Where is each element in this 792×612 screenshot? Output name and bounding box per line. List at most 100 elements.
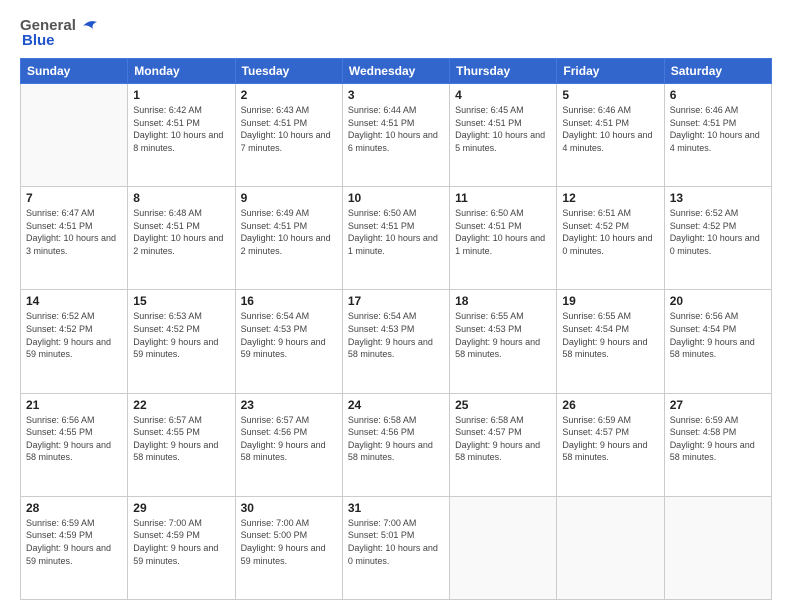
calendar-cell: 10 Sunrise: 6:50 AM Sunset: 4:51 PM Dayl… [342,187,449,290]
sunrise-text: Sunrise: 7:00 AM [241,517,337,530]
day-number: 14 [26,294,122,308]
day-info: Sunrise: 6:44 AM Sunset: 4:51 PM Dayligh… [348,104,444,154]
day-number: 12 [562,191,658,205]
day-info: Sunrise: 6:59 AM Sunset: 4:58 PM Dayligh… [670,414,766,464]
day-info: Sunrise: 6:48 AM Sunset: 4:51 PM Dayligh… [133,207,229,257]
sunrise-text: Sunrise: 6:55 AM [455,310,551,323]
sunrise-text: Sunrise: 6:59 AM [562,414,658,427]
col-tuesday: Tuesday [235,59,342,84]
day-number: 3 [348,88,444,102]
sunrise-text: Sunrise: 6:45 AM [455,104,551,117]
daylight-text: Daylight: 10 hours and 7 minutes. [241,129,337,154]
day-info: Sunrise: 6:53 AM Sunset: 4:52 PM Dayligh… [133,310,229,360]
sunset-text: Sunset: 4:53 PM [348,323,444,336]
day-number: 22 [133,398,229,412]
day-number: 18 [455,294,551,308]
sunset-text: Sunset: 4:55 PM [26,426,122,439]
daylight-text: Daylight: 10 hours and 1 minute. [455,232,551,257]
sunset-text: Sunset: 4:53 PM [241,323,337,336]
day-number: 31 [348,501,444,515]
daylight-text: Daylight: 9 hours and 59 minutes. [133,336,229,361]
day-number: 6 [670,88,766,102]
daylight-text: Daylight: 9 hours and 58 minutes. [562,336,658,361]
calendar-cell: 14 Sunrise: 6:52 AM Sunset: 4:52 PM Dayl… [21,290,128,393]
sunrise-text: Sunrise: 6:59 AM [670,414,766,427]
day-number: 2 [241,88,337,102]
day-info: Sunrise: 6:59 AM Sunset: 4:57 PM Dayligh… [562,414,658,464]
sunrise-text: Sunrise: 6:57 AM [241,414,337,427]
sunrise-text: Sunrise: 6:56 AM [26,414,122,427]
logo-blue: Blue [22,33,55,48]
col-saturday: Saturday [664,59,771,84]
calendar-week-row: 14 Sunrise: 6:52 AM Sunset: 4:52 PM Dayl… [21,290,772,393]
logo-general: General [20,18,76,33]
day-info: Sunrise: 6:49 AM Sunset: 4:51 PM Dayligh… [241,207,337,257]
calendar-cell: 25 Sunrise: 6:58 AM Sunset: 4:57 PM Dayl… [450,393,557,496]
daylight-text: Daylight: 9 hours and 58 minutes. [348,439,444,464]
sunset-text: Sunset: 4:51 PM [241,220,337,233]
calendar-cell [450,496,557,599]
sunset-text: Sunset: 4:52 PM [562,220,658,233]
day-number: 19 [562,294,658,308]
daylight-text: Daylight: 9 hours and 59 minutes. [241,336,337,361]
sunrise-text: Sunrise: 6:46 AM [670,104,766,117]
sunrise-text: Sunrise: 6:59 AM [26,517,122,530]
day-info: Sunrise: 7:00 AM Sunset: 5:01 PM Dayligh… [348,517,444,567]
day-number: 16 [241,294,337,308]
day-number: 15 [133,294,229,308]
sunset-text: Sunset: 4:51 PM [133,117,229,130]
calendar-cell: 24 Sunrise: 6:58 AM Sunset: 4:56 PM Dayl… [342,393,449,496]
sunset-text: Sunset: 4:54 PM [562,323,658,336]
day-number: 30 [241,501,337,515]
sunset-text: Sunset: 4:52 PM [26,323,122,336]
sunrise-text: Sunrise: 6:58 AM [348,414,444,427]
sunrise-text: Sunrise: 6:48 AM [133,207,229,220]
day-info: Sunrise: 6:50 AM Sunset: 4:51 PM Dayligh… [455,207,551,257]
sunset-text: Sunset: 4:51 PM [670,117,766,130]
calendar-cell [664,496,771,599]
sunrise-text: Sunrise: 6:55 AM [562,310,658,323]
daylight-text: Daylight: 9 hours and 59 minutes. [26,336,122,361]
day-number: 9 [241,191,337,205]
daylight-text: Daylight: 10 hours and 6 minutes. [348,129,444,154]
day-number: 27 [670,398,766,412]
calendar-cell: 3 Sunrise: 6:44 AM Sunset: 4:51 PM Dayli… [342,84,449,187]
day-info: Sunrise: 6:52 AM Sunset: 4:52 PM Dayligh… [26,310,122,360]
sunrise-text: Sunrise: 6:54 AM [241,310,337,323]
calendar-cell: 5 Sunrise: 6:46 AM Sunset: 4:51 PM Dayli… [557,84,664,187]
col-monday: Monday [128,59,235,84]
sunset-text: Sunset: 4:59 PM [133,529,229,542]
sunset-text: Sunset: 4:51 PM [348,117,444,130]
sunset-text: Sunset: 4:57 PM [455,426,551,439]
sunrise-text: Sunrise: 7:00 AM [133,517,229,530]
day-number: 20 [670,294,766,308]
day-info: Sunrise: 6:43 AM Sunset: 4:51 PM Dayligh… [241,104,337,154]
sunrise-text: Sunrise: 6:43 AM [241,104,337,117]
day-info: Sunrise: 7:00 AM Sunset: 5:00 PM Dayligh… [241,517,337,567]
sunrise-text: Sunrise: 6:53 AM [133,310,229,323]
sunset-text: Sunset: 4:51 PM [26,220,122,233]
sunrise-text: Sunrise: 6:42 AM [133,104,229,117]
daylight-text: Daylight: 10 hours and 4 minutes. [562,129,658,154]
sunrise-text: Sunrise: 6:47 AM [26,207,122,220]
day-info: Sunrise: 6:54 AM Sunset: 4:53 PM Dayligh… [348,310,444,360]
sunset-text: Sunset: 4:51 PM [133,220,229,233]
sunset-text: Sunset: 4:56 PM [241,426,337,439]
calendar-cell: 2 Sunrise: 6:43 AM Sunset: 4:51 PM Dayli… [235,84,342,187]
day-info: Sunrise: 6:47 AM Sunset: 4:51 PM Dayligh… [26,207,122,257]
daylight-text: Daylight: 10 hours and 2 minutes. [133,232,229,257]
sunset-text: Sunset: 4:51 PM [562,117,658,130]
calendar-cell: 6 Sunrise: 6:46 AM Sunset: 4:51 PM Dayli… [664,84,771,187]
calendar-cell: 17 Sunrise: 6:54 AM Sunset: 4:53 PM Dayl… [342,290,449,393]
calendar-cell: 16 Sunrise: 6:54 AM Sunset: 4:53 PM Dayl… [235,290,342,393]
sunrise-text: Sunrise: 6:49 AM [241,207,337,220]
sunrise-text: Sunrise: 6:54 AM [348,310,444,323]
day-info: Sunrise: 6:57 AM Sunset: 4:55 PM Dayligh… [133,414,229,464]
day-number: 1 [133,88,229,102]
calendar-cell: 22 Sunrise: 6:57 AM Sunset: 4:55 PM Dayl… [128,393,235,496]
day-info: Sunrise: 6:54 AM Sunset: 4:53 PM Dayligh… [241,310,337,360]
day-info: Sunrise: 6:51 AM Sunset: 4:52 PM Dayligh… [562,207,658,257]
calendar-week-row: 21 Sunrise: 6:56 AM Sunset: 4:55 PM Dayl… [21,393,772,496]
sunset-text: Sunset: 4:56 PM [348,426,444,439]
daylight-text: Daylight: 10 hours and 5 minutes. [455,129,551,154]
